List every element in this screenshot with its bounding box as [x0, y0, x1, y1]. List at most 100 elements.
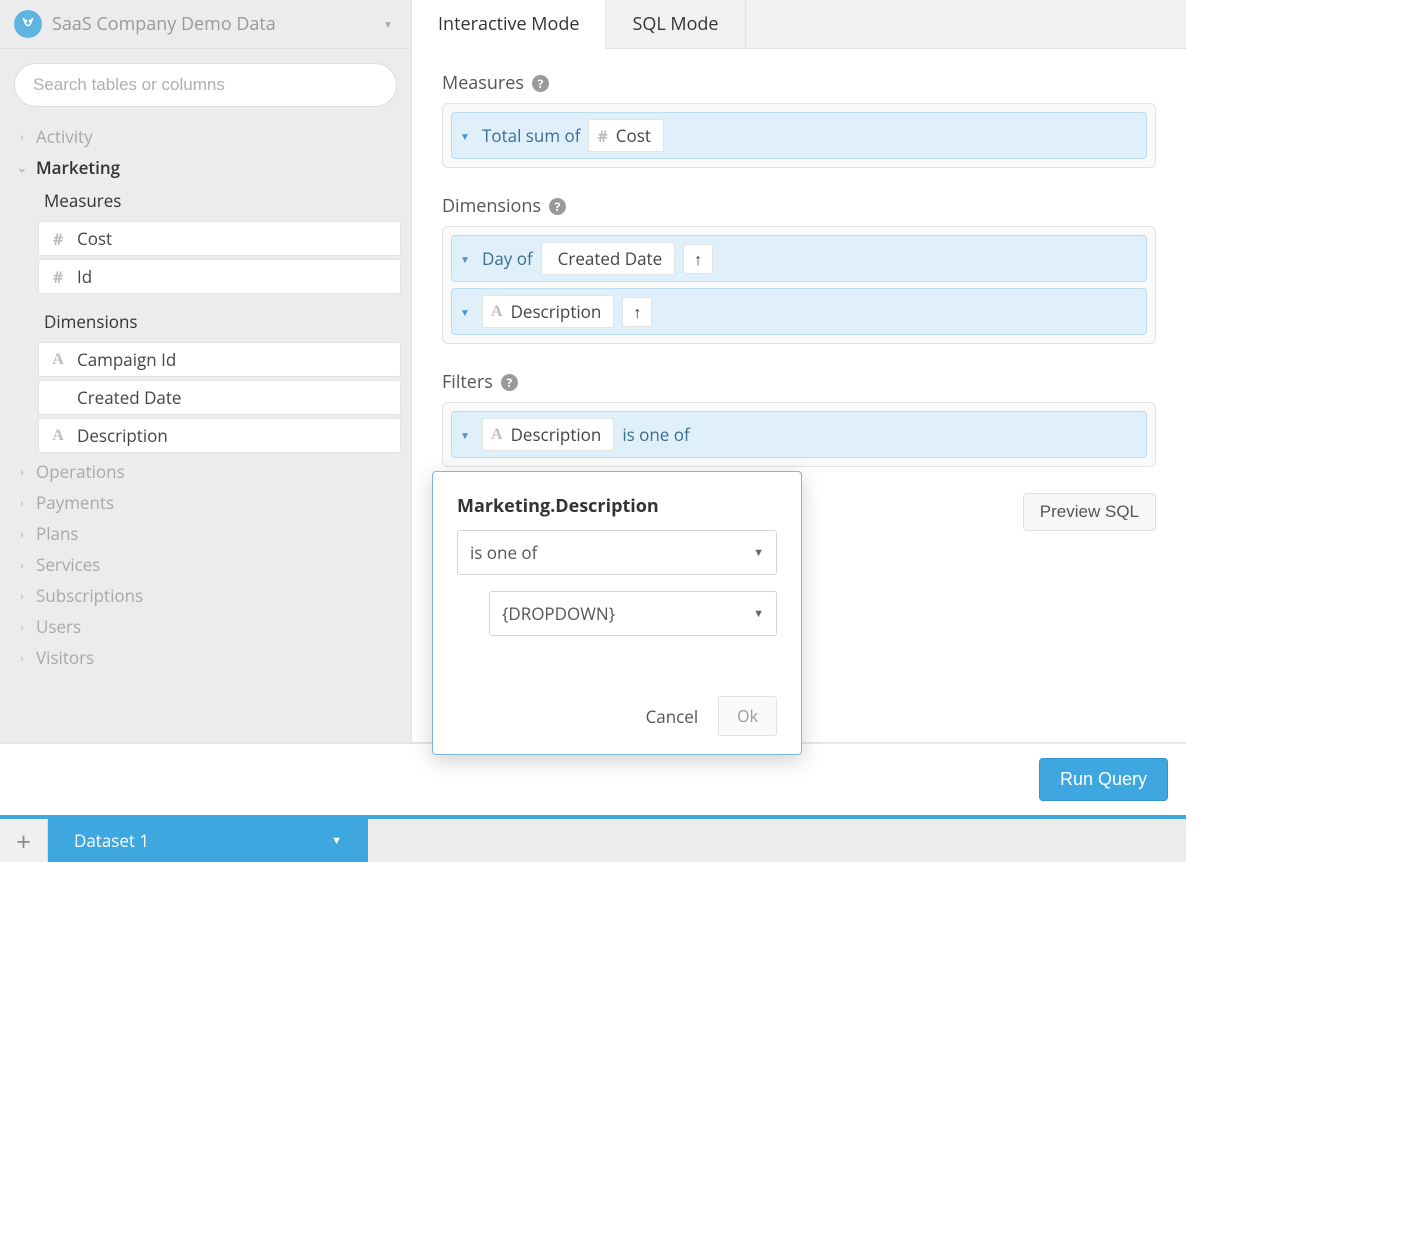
sort-asc-button[interactable]: ↑ [683, 244, 713, 274]
section-dimensions: Dimensions ? ▼ Day of Created Date ↑ [442, 194, 1156, 344]
section-label-filters: Filters [442, 370, 493, 394]
popover-title: Marketing.Description [457, 494, 777, 518]
popover-actions: Cancel Ok [457, 696, 777, 736]
tree-label: Plans [36, 522, 79, 545]
measures-dropzone[interactable]: ▼ Total sum of # Cost [442, 103, 1156, 168]
postgres-icon [14, 10, 42, 38]
tab-interactive[interactable]: Interactive Mode [412, 0, 606, 49]
aggregate-op: Total sum of [482, 124, 580, 147]
tree-label: Services [36, 553, 100, 576]
tree-item-visitors[interactable]: › Visitors [10, 642, 401, 673]
ok-button[interactable]: Ok [718, 696, 777, 736]
field-chip-cost[interactable]: # Cost [588, 119, 663, 152]
tree-label: Activity [36, 125, 93, 148]
tree-item-services[interactable]: › Services [10, 549, 401, 580]
filter-editor-popover: Marketing.Description is one of ▼ {DROPD… [432, 471, 802, 755]
search-input[interactable] [14, 63, 397, 107]
measure-chip[interactable]: ▼ Total sum of # Cost [451, 112, 1147, 159]
tree-label: Marketing [36, 156, 120, 179]
field-chip-label: Description [511, 423, 602, 446]
field-chip-label: Created Date [558, 247, 662, 270]
filters-dropzone[interactable]: ▼ A Description is one of [442, 402, 1156, 467]
tab-sql[interactable]: SQL Mode [606, 0, 745, 48]
tree-item-marketing[interactable]: ⌄ Marketing [10, 152, 401, 183]
preview-sql-button[interactable]: Preview SQL [1023, 493, 1156, 531]
tree-item-subscriptions[interactable]: › Subscriptions [10, 580, 401, 611]
sidebar: SaaS Company Demo Data ▼ › Activity ⌄ Ma… [0, 0, 412, 742]
run-query-button[interactable]: Run Query [1039, 758, 1168, 801]
search-wrap [0, 49, 411, 121]
caret-down-icon: ⌄ [16, 159, 28, 176]
chevron-down-icon[interactable]: ▼ [331, 833, 342, 848]
tree-item-payments[interactable]: › Payments [10, 487, 401, 518]
help-icon[interactable]: ? [549, 198, 566, 215]
field-chip-description[interactable]: A Description [482, 418, 614, 451]
chevron-down-icon[interactable]: ▼ [460, 129, 474, 143]
chevron-down-icon: ▼ [753, 545, 764, 560]
caret-right-icon: › [16, 556, 28, 573]
chevron-down-icon[interactable]: ▼ [460, 428, 474, 442]
tree-group-measures: Measures # Cost # Id Dimensions A Campai… [10, 183, 401, 453]
field-chip-description[interactable]: A Description [482, 295, 614, 328]
top-area: SaaS Company Demo Data ▼ › Activity ⌄ Ma… [0, 0, 1186, 743]
dimension-chip-created-date[interactable]: ▼ Day of Created Date ↑ [451, 235, 1147, 282]
caret-right-icon: › [16, 463, 28, 480]
chevron-down-icon: ▼ [753, 606, 764, 621]
field-chip-label: Description [511, 300, 602, 323]
field-campaign-id[interactable]: A Campaign Id [38, 342, 401, 377]
tree-item-activity[interactable]: › Activity [10, 121, 401, 152]
app-root: SaaS Company Demo Data ▼ › Activity ⌄ Ma… [0, 0, 1186, 862]
operator-value: is one of [470, 541, 537, 564]
help-icon[interactable]: ? [501, 374, 518, 391]
value-placeholder: {DROPDOWN} [502, 602, 615, 625]
field-id[interactable]: # Id [38, 259, 401, 294]
add-dataset-button[interactable]: + [0, 819, 48, 862]
tree-item-plans[interactable]: › Plans [10, 518, 401, 549]
operator-select[interactable]: is one of ▼ [457, 530, 777, 575]
field-chip-label: Cost [616, 124, 651, 147]
field-label: Description [77, 424, 168, 447]
filter-op-text: is one of [622, 423, 689, 446]
dimension-chip-description[interactable]: ▼ A Description ↑ [451, 288, 1147, 335]
dataset-tab-1[interactable]: Dataset 1 ▼ [48, 819, 368, 862]
tree-label: Payments [36, 491, 114, 514]
text-icon: A [49, 351, 67, 369]
section-measures: Measures ? ▼ Total sum of # Cost [442, 71, 1156, 168]
caret-right-icon: › [16, 587, 28, 604]
field-label: Cost [77, 227, 112, 250]
field-label: Created Date [77, 386, 181, 409]
tree-label: Visitors [36, 646, 94, 669]
help-icon[interactable]: ? [532, 75, 549, 92]
field-description[interactable]: A Description [38, 418, 401, 453]
hash-icon: # [49, 266, 67, 288]
cancel-button[interactable]: Cancel [638, 699, 707, 734]
chevron-down-icon: ▼ [383, 17, 393, 31]
tree-item-operations[interactable]: › Operations [10, 456, 401, 487]
dataset-tab-label: Dataset 1 [74, 829, 149, 852]
tree-item-users[interactable]: › Users [10, 611, 401, 642]
group-title-measures: Measures [38, 183, 401, 218]
field-cost[interactable]: # Cost [38, 221, 401, 256]
section-filters: Filters ? ▼ A Description is one of [442, 370, 1156, 467]
filter-chip-description[interactable]: ▼ A Description is one of [451, 411, 1147, 458]
hash-icon: # [49, 228, 67, 250]
dataset-bar: + Dataset 1 ▼ [0, 815, 1186, 862]
dimensions-dropzone[interactable]: ▼ Day of Created Date ↑ ▼ A [442, 226, 1156, 344]
field-chip-created-date[interactable]: Created Date [541, 242, 675, 275]
chevron-down-icon[interactable]: ▼ [460, 252, 474, 266]
field-created-date[interactable]: Created Date [38, 380, 401, 415]
section-label-dimensions: Dimensions [442, 194, 541, 218]
caret-right-icon: › [16, 649, 28, 666]
datasource-title: SaaS Company Demo Data [52, 12, 373, 36]
main-panel: Interactive Mode SQL Mode Measures ? ▼ T… [412, 0, 1186, 742]
chevron-down-icon[interactable]: ▼ [460, 305, 474, 319]
value-select[interactable]: {DROPDOWN} ▼ [489, 591, 777, 636]
caret-right-icon: › [16, 494, 28, 511]
text-icon: A [49, 427, 67, 445]
caret-right-icon: › [16, 618, 28, 635]
sort-asc-button[interactable]: ↑ [622, 297, 652, 327]
caret-right-icon: › [16, 128, 28, 145]
datasource-selector[interactable]: SaaS Company Demo Data ▼ [0, 0, 411, 49]
field-label: Campaign Id [77, 348, 176, 371]
group-title-dimensions: Dimensions [38, 304, 401, 339]
